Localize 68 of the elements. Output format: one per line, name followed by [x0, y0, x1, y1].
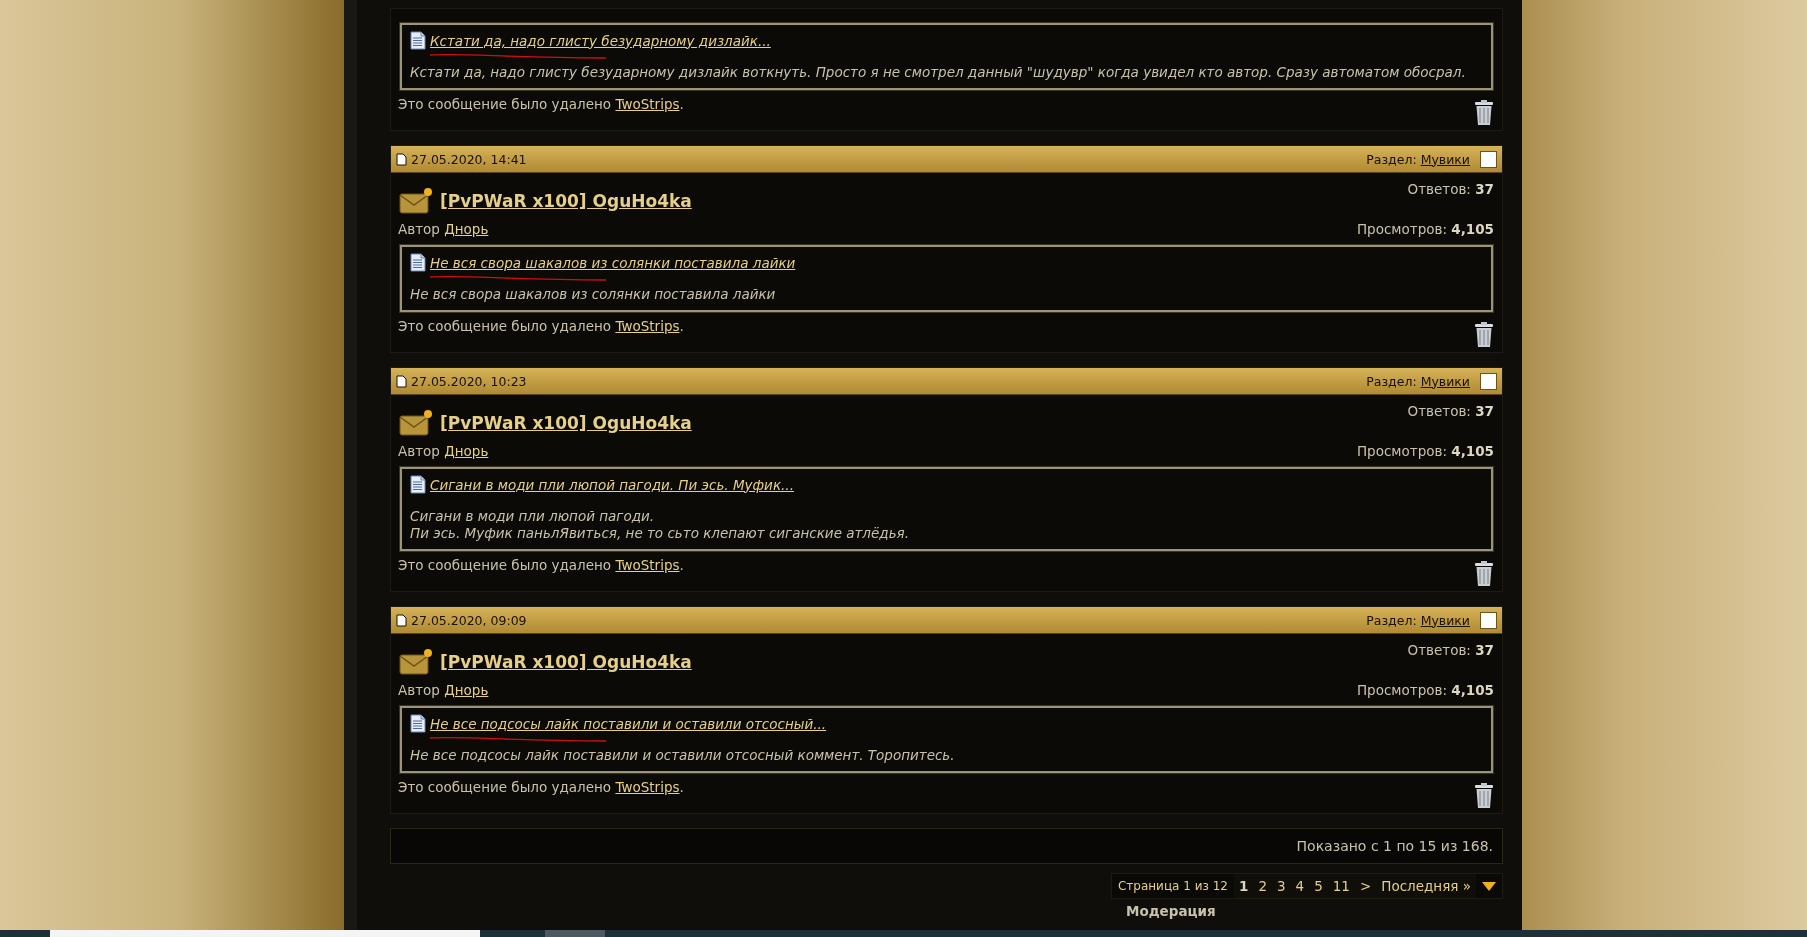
post-date: 27.05.2020, 10:23 [411, 373, 527, 389]
moderation-heading: Модерация [1126, 903, 1216, 919]
message-link[interactable]: Не вся свора шакалов из солянки поставила лайки [430, 254, 796, 271]
page-link[interactable]: 2 [1253, 878, 1272, 894]
envelope-icon [398, 407, 434, 439]
author-link[interactable]: Днорь [444, 443, 489, 459]
trash-icon[interactable] [1474, 783, 1494, 809]
message-link[interactable]: Сигани в моди пли люпой пагоди. Пи эсь. Муфик... [430, 476, 794, 493]
moderator-link[interactable]: TwoStrips [615, 557, 680, 573]
page-link[interactable]: 4 [1290, 878, 1310, 894]
results-summary: Показано с 1 по 15 из 168. [390, 828, 1503, 864]
page-link[interactable]: 5 [1309, 878, 1328, 894]
select-checkbox[interactable] [1480, 611, 1497, 629]
page-link[interactable]: 3 [1272, 878, 1291, 894]
author-line: Автор Днорь [398, 221, 489, 237]
moderator-link[interactable]: TwoStrips [615, 779, 680, 795]
trash-icon[interactable] [1474, 100, 1494, 126]
message-text: Кстати да, надо глисту безударному дизлайк воткнуть. Просто я не смотрел данный "шудувр" когда увидел кто автор. Сразу автоматом обосрал. [410, 64, 1467, 81]
section-label: Раздел: [1366, 151, 1417, 167]
page-count-label: Страница 1 из 12 [1111, 874, 1234, 898]
envelope-icon [398, 185, 434, 217]
author-line: Автор Днорь [398, 443, 489, 459]
trash-icon[interactable] [1474, 561, 1494, 587]
message-text: Сигани в моди пли люпой пагоди. Пи эсь. Муфик паньлЯвиться, не то сьто клепают сиганские атлёдья. [410, 508, 910, 542]
next-page-link[interactable]: > [1354, 878, 1377, 894]
section-label: Раздел: [1366, 373, 1417, 389]
select-checkbox[interactable] [1480, 150, 1497, 168]
trash-icon[interactable] [1474, 322, 1494, 348]
last-page-link[interactable]: Последняя » [1376, 878, 1476, 894]
section-label: Раздел: [1366, 612, 1417, 628]
views-count: Просмотров: 4,105 [1356, 682, 1494, 698]
replies-count: Ответов: 37 [1407, 642, 1494, 658]
moderator-link[interactable]: TwoStrips [615, 96, 680, 112]
document-icon [410, 31, 426, 50]
select-checkbox[interactable] [1480, 372, 1497, 390]
author-link[interactable]: Днорь [444, 682, 489, 698]
deleted-notice: Это сообщение было удалено TwoStrips. [398, 557, 684, 573]
author-link[interactable]: Днорь [444, 221, 489, 237]
page-link[interactable]: 1 [1234, 878, 1254, 894]
message-text: Не все подсосы лайк поставили и оставили отсосный коммент. Торопитесь. [410, 747, 956, 764]
message-link[interactable]: Не все подсосы лайк поставили и оставили отсосный... [430, 715, 827, 732]
document-icon [410, 253, 426, 272]
post-date: 27.05.2020, 09:09 [411, 612, 527, 628]
moderator-link[interactable]: TwoStrips [615, 318, 680, 334]
document-icon [396, 613, 407, 627]
views-count: Просмотров: 4,105 [1356, 221, 1494, 237]
document-icon [410, 714, 426, 733]
replies-count: Ответов: 37 [1407, 181, 1494, 197]
page-link[interactable]: 11 [1327, 878, 1355, 894]
section-link[interactable]: Мувики [1420, 612, 1470, 628]
document-icon [396, 152, 407, 166]
section-link[interactable]: Мувики [1420, 151, 1470, 167]
section-link[interactable]: Мувики [1420, 373, 1470, 389]
deleted-notice: Это сообщение было удалено TwoStrips. [398, 318, 684, 334]
message-text: Не вся свора шакалов из солянки поставила лайки [410, 286, 777, 303]
deleted-notice: Это сообщение было удалено TwoStrips. [398, 779, 684, 795]
message-link[interactable]: Кстати да, надо глисту безударному дизлайк... [430, 32, 771, 49]
document-icon [410, 475, 426, 494]
deleted-notice: Это сообщение было удалено TwoStrips. [398, 96, 684, 112]
replies-count: Ответов: 37 [1407, 403, 1494, 419]
thread-title-link[interactable]: [PvPWaR x100] OguHo4ka [440, 413, 692, 433]
thread-title-link[interactable]: [PvPWaR x100] OguHo4ka [440, 652, 692, 672]
document-icon [396, 374, 407, 388]
envelope-icon [398, 646, 434, 678]
thread-title-link[interactable]: [PvPWaR x100] OguHo4ka [440, 191, 692, 211]
post-date: 27.05.2020, 14:41 [411, 151, 527, 167]
author-line: Автор Днорь [398, 682, 489, 698]
views-count: Просмотров: 4,105 [1356, 443, 1494, 459]
